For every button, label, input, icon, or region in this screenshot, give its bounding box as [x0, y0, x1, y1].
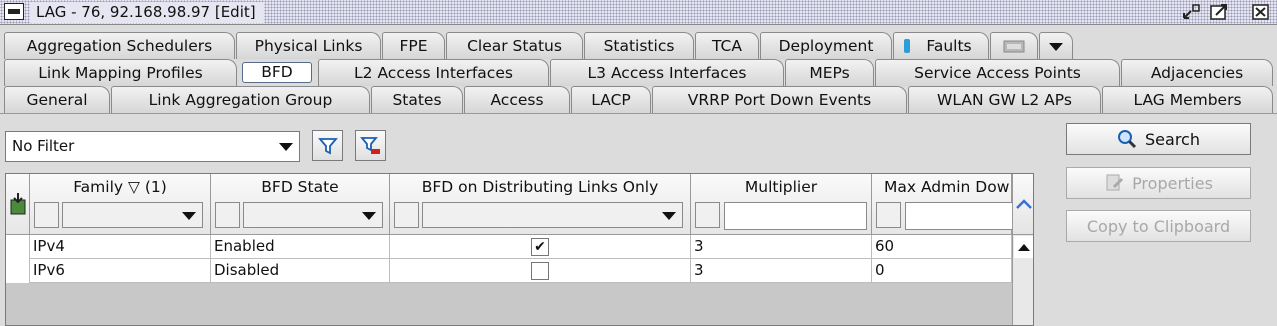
clear-filter-button[interactable] [355, 130, 386, 161]
search-button[interactable]: Search [1066, 123, 1251, 155]
properties-icon [1106, 174, 1124, 191]
tab-l3-access-interfaces[interactable]: L3 Access Interfaces [550, 59, 784, 86]
tab-meps[interactable]: MEPs [785, 59, 874, 86]
tab-aggregation-schedulers[interactable]: Aggregation Schedulers [4, 32, 235, 59]
filter-toggle[interactable] [394, 202, 419, 228]
search-icon [1118, 130, 1137, 149]
cell-family: IPv6 [30, 259, 211, 283]
tab-general[interactable]: General [4, 86, 110, 113]
clear-filter-icon [359, 136, 380, 154]
search-button-label: Search [1145, 129, 1200, 149]
tab-adjacencies[interactable]: Adjacencies [1121, 59, 1273, 86]
cell-multiplier: 3 [691, 235, 872, 259]
tab-link-mapping-profiles[interactable]: Link Mapping Profiles [4, 59, 237, 86]
export-icon [10, 193, 26, 215]
tab-link-aggregation-group[interactable]: Link Aggregation Group [111, 86, 370, 113]
column-header-bfd-state[interactable]: BFD State [211, 174, 390, 235]
close-icon[interactable] [1250, 2, 1272, 22]
tab-service-access-points[interactable]: Service Access Points [875, 59, 1120, 86]
tab-clear-status[interactable]: Clear Status [446, 32, 583, 59]
tab-states[interactable]: States [371, 86, 463, 113]
chevron-down-icon [662, 212, 676, 220]
chevron-down-icon [182, 212, 196, 220]
table-row[interactable]: IPv6 Disabled 3 0 [6, 259, 1012, 283]
column-label-family: Family ▽ (1) [73, 178, 167, 196]
chevron-down-icon [362, 212, 376, 220]
tab-bfd[interactable]: BFD [242, 62, 312, 83]
row-header [6, 235, 30, 259]
tab-overflow-dropdown[interactable] [1039, 32, 1073, 59]
title-bar: LAG - 76, 92.168.98.97 [Edit] [0, 0, 1277, 25]
table-row[interactable]: IPv4 Enabled ✔ 3 60 [6, 235, 1012, 259]
column-label-multiplier: Multiplier [744, 178, 818, 196]
cell-bfd-distributing [390, 259, 691, 283]
filter-icon [317, 137, 338, 154]
vertical-scrollbar[interactable] [1012, 174, 1033, 325]
maximize-icon[interactable] [1208, 2, 1230, 22]
checkbox-checked[interactable]: ✔ [531, 238, 549, 256]
edit-filter-button[interactable] [312, 130, 343, 161]
cell-max-admin-down: 60 [872, 235, 1012, 259]
tab-divider [0, 113, 1277, 114]
properties-button-label: Properties [1132, 173, 1213, 193]
properties-button[interactable]: Properties [1066, 167, 1251, 199]
tab-physical-links[interactable]: Physical Links [236, 32, 381, 59]
chevron-down-icon [279, 143, 293, 151]
tab-wlan-gw-l2-aps[interactable]: WLAN GW L2 APs [908, 86, 1101, 113]
column-header-family[interactable]: Family ▽ (1) [30, 174, 211, 235]
tab-lag-members[interactable]: LAG Members [1102, 86, 1273, 113]
family-filter-select[interactable] [62, 202, 203, 228]
tab-access[interactable]: Access [464, 86, 570, 113]
tab-row-1: Aggregation Schedulers Physical Links FP… [0, 32, 1277, 59]
restore-icon[interactable] [1180, 2, 1202, 22]
checkbox-unchecked[interactable] [531, 262, 549, 280]
tab-more-icon[interactable] [990, 32, 1038, 59]
cell-multiplier: 3 [691, 259, 872, 283]
cell-max-admin-down: 0 [872, 259, 1012, 283]
filter-toggle[interactable] [34, 202, 59, 228]
filter-toggle[interactable] [695, 202, 720, 228]
scroll-up-icon[interactable] [1014, 236, 1033, 258]
filter-select[interactable]: No Filter [5, 131, 300, 162]
filter-toggle[interactable] [876, 202, 901, 228]
window-menu-icon[interactable] [4, 3, 24, 20]
bfd-table: Family ▽ (1) BFD State BFD on Distributi… [5, 173, 1034, 326]
max-admin-down-filter-input[interactable] [905, 202, 1015, 230]
tab-row-2: Link Mapping Profiles BFD L2 Access Inte… [0, 59, 1277, 86]
tab-fpe[interactable]: FPE [382, 32, 445, 59]
tab-tca[interactable]: TCA [695, 32, 759, 59]
cell-bfd-distributing: ✔ [390, 235, 691, 259]
row-header [6, 259, 30, 283]
tab-row-3: General Link Aggregation Group States Ac… [0, 86, 1277, 113]
tab-statistics[interactable]: Statistics [584, 32, 694, 59]
column-header-bfd-distributing[interactable]: BFD on Distributing Links Only [390, 174, 691, 235]
copy-to-clipboard-label: Copy to Clipboard [1086, 216, 1231, 236]
filter-select-value: No Filter [12, 137, 75, 155]
column-label-max-admin-down: Max Admin Dow [884, 178, 1010, 196]
collapse-header-icon[interactable] [1013, 174, 1033, 235]
column-label-bfd-distributing: BFD on Distributing Links Only [421, 178, 659, 196]
column-header-max-admin-down[interactable]: Max Admin Dow [872, 174, 1015, 235]
tab-faults[interactable]: Faults [893, 32, 989, 59]
cell-bfd-state: Enabled [211, 235, 390, 259]
tab-faults-label: Faults [926, 37, 972, 55]
filter-toggle[interactable] [215, 202, 240, 228]
bfd-state-filter-select[interactable] [243, 202, 383, 228]
cell-bfd-state: Disabled [211, 259, 390, 283]
copy-to-clipboard-button[interactable]: Copy to Clipboard [1066, 210, 1251, 242]
tab-vrrp-port-down-events[interactable]: VRRP Port Down Events [652, 86, 907, 113]
column-label-bfd-state: BFD State [261, 178, 339, 196]
column-header-multiplier[interactable]: Multiplier [691, 174, 872, 235]
tab-lacp[interactable]: LACP [571, 86, 651, 113]
tab-l2-access-interfaces[interactable]: L2 Access Interfaces [318, 59, 549, 86]
faults-info-icon [904, 39, 910, 53]
chevron-down-icon [1049, 43, 1063, 51]
multiplier-filter-input[interactable] [724, 202, 867, 230]
cell-family: IPv4 [30, 235, 211, 259]
tab-deployment[interactable]: Deployment [760, 32, 892, 59]
row-header-corner[interactable] [6, 174, 30, 235]
window-title: LAG - 76, 92.168.98.97 [Edit] [30, 2, 264, 23]
bfd-distributing-filter-select[interactable] [422, 202, 683, 228]
